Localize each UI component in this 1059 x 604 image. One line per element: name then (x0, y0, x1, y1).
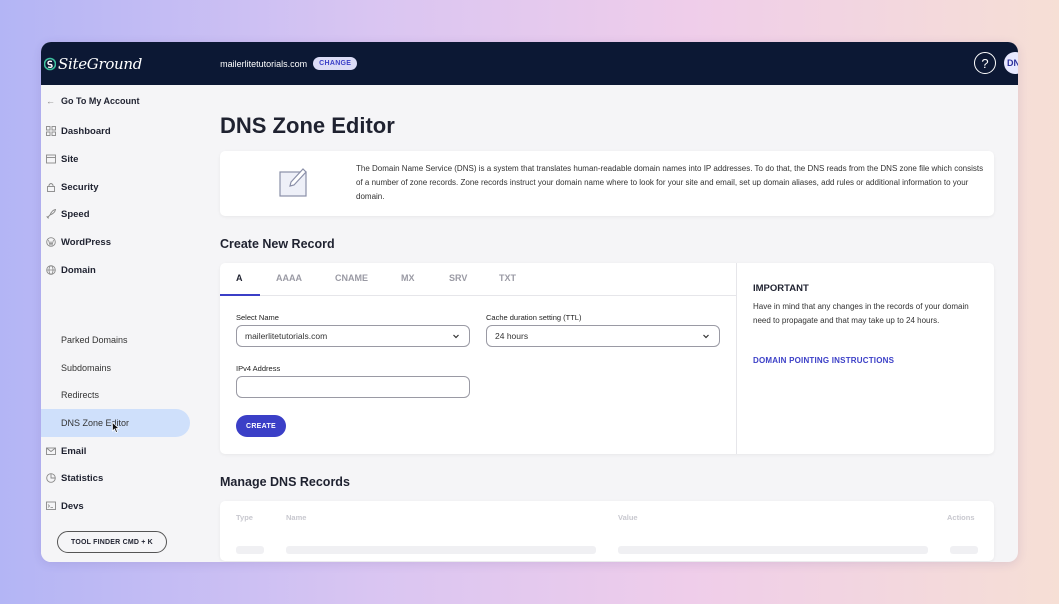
info-card: The Domain Name Service (DNS) is a syste… (220, 151, 994, 216)
sidebar-item-statistics[interactable]: Statistics (45, 468, 103, 488)
column-header-type: Type (236, 513, 253, 522)
sidebar-item-site[interactable]: Site (45, 149, 78, 169)
sidebar-item-email[interactable]: Email (45, 441, 86, 461)
terminal-icon (45, 501, 56, 512)
important-text: Have in mind that any changes in the rec… (753, 302, 969, 325)
sidebar-item-label: Domain (61, 264, 96, 276)
go-to-account-link[interactable]: ← Go To My Account (46, 96, 140, 106)
select-name-value: mailerlitetutorials.com (245, 331, 328, 341)
sidebar-item-label: Statistics (61, 472, 104, 484)
app-window: SiteGround mailerlitetutorials.com CHANG… (41, 42, 1018, 562)
sidebar-item-label: Speed (61, 208, 90, 220)
sidebar-item-security[interactable]: Security (45, 177, 99, 197)
rocket-icon (45, 209, 56, 220)
user-avatar[interactable]: DN (1004, 52, 1018, 74)
tab-txt[interactable]: TXT (499, 273, 516, 283)
loading-placeholder (286, 546, 596, 554)
sidebar-item-wordpress[interactable]: WordPress (45, 232, 111, 252)
loading-placeholder (236, 546, 264, 554)
tab-a[interactable]: A (236, 273, 243, 283)
go-to-account-label: Go To My Account (61, 96, 140, 106)
sidebar-subitem-redirects[interactable]: Redirects (61, 387, 99, 403)
column-header-actions: Actions (947, 513, 975, 522)
sidebar-item-speed[interactable]: Speed (45, 204, 90, 224)
siteground-logo[interactable]: SiteGround (44, 55, 142, 73)
siteground-logo-icon (44, 57, 56, 70)
main-content: DNS Zone Editor The Domain Name Service … (191, 85, 1018, 562)
manage-records-title: Manage DNS Records (220, 475, 350, 489)
ttl-label: Cache duration setting (TTL) (486, 313, 582, 322)
sidebar-item-label: Site (61, 153, 79, 165)
sidebar-item-dashboard[interactable]: Dashboard (45, 121, 111, 141)
create-record-card: A AAAA CNAME MX SRV TXT Select Name mail… (220, 263, 994, 454)
sidebar-item-label: Email (61, 445, 87, 457)
card-divider (736, 263, 737, 454)
create-button[interactable]: CREATE (236, 415, 286, 437)
lock-icon (45, 182, 56, 193)
ipv4-input[interactable] (236, 376, 470, 398)
page-title: DNS Zone Editor (220, 113, 395, 138)
logo-text: SiteGround (58, 54, 143, 73)
chevron-down-icon (453, 334, 459, 339)
dns-records-table: Type Name Value Actions (220, 501, 994, 561)
domain-pointing-link[interactable]: DOMAIN POINTING INSTRUCTIONS (753, 356, 894, 365)
sidebar-item-devs[interactable]: Devs (45, 496, 84, 516)
create-record-title: Create New Record (220, 237, 335, 251)
dns-info-text: The Domain Name Service (DNS) is a syste… (356, 164, 984, 201)
record-type-tabs: A AAAA CNAME MX SRV TXT (220, 263, 736, 296)
arrow-left-icon: ← (46, 96, 55, 106)
current-site-domain: mailerlitetutorials.com (220, 58, 308, 69)
ttl-dropdown[interactable]: 24 hours (486, 325, 720, 347)
sidebar: ← Go To My Account Dashboard Site Securi… (41, 85, 191, 562)
chevron-down-icon (703, 334, 709, 339)
ttl-value: 24 hours (495, 331, 529, 341)
tab-srv[interactable]: SRV (449, 273, 467, 283)
sidebar-item-label: WordPress (61, 236, 111, 248)
sidebar-item-domain[interactable]: Domain (45, 260, 96, 280)
loading-placeholder (950, 546, 978, 554)
pie-chart-icon (45, 473, 56, 484)
active-tab-indicator (220, 294, 260, 296)
important-title: IMPORTANT (753, 283, 809, 294)
ipv4-label: IPv4 Address (236, 364, 281, 373)
mouse-pointer-icon (112, 422, 120, 433)
select-name-dropdown[interactable]: mailerlitetutorials.com (236, 325, 470, 347)
top-bar: SiteGround mailerlitetutorials.com CHANG… (41, 42, 1018, 85)
tool-finder-button[interactable]: TOOL FINDER CMD + K (57, 531, 167, 553)
tab-cname[interactable]: CNAME (335, 273, 368, 283)
sidebar-subitem-parked-domains[interactable]: Parked Domains (61, 332, 128, 348)
grid-icon (45, 126, 56, 137)
wordpress-icon (45, 237, 56, 248)
loading-placeholder (618, 546, 928, 554)
edit-document-icon (279, 168, 307, 197)
sidebar-item-label: Devs (61, 500, 84, 512)
help-icon[interactable]: ? (974, 52, 996, 74)
globe-icon (45, 265, 56, 276)
tab-aaaa[interactable]: AAAA (276, 273, 302, 283)
column-header-name: Name (286, 513, 307, 522)
change-site-button[interactable]: CHANGE (313, 57, 358, 70)
sidebar-item-label: Dashboard (61, 125, 111, 137)
column-header-value: Value (618, 513, 638, 522)
site-icon (45, 154, 56, 165)
select-name-label: Select Name (236, 313, 279, 322)
tab-mx[interactable]: MX (401, 273, 415, 283)
mail-icon (45, 446, 56, 457)
sidebar-subitem-subdomains[interactable]: Subdomains (61, 360, 111, 376)
sidebar-item-label: Security (61, 181, 99, 193)
